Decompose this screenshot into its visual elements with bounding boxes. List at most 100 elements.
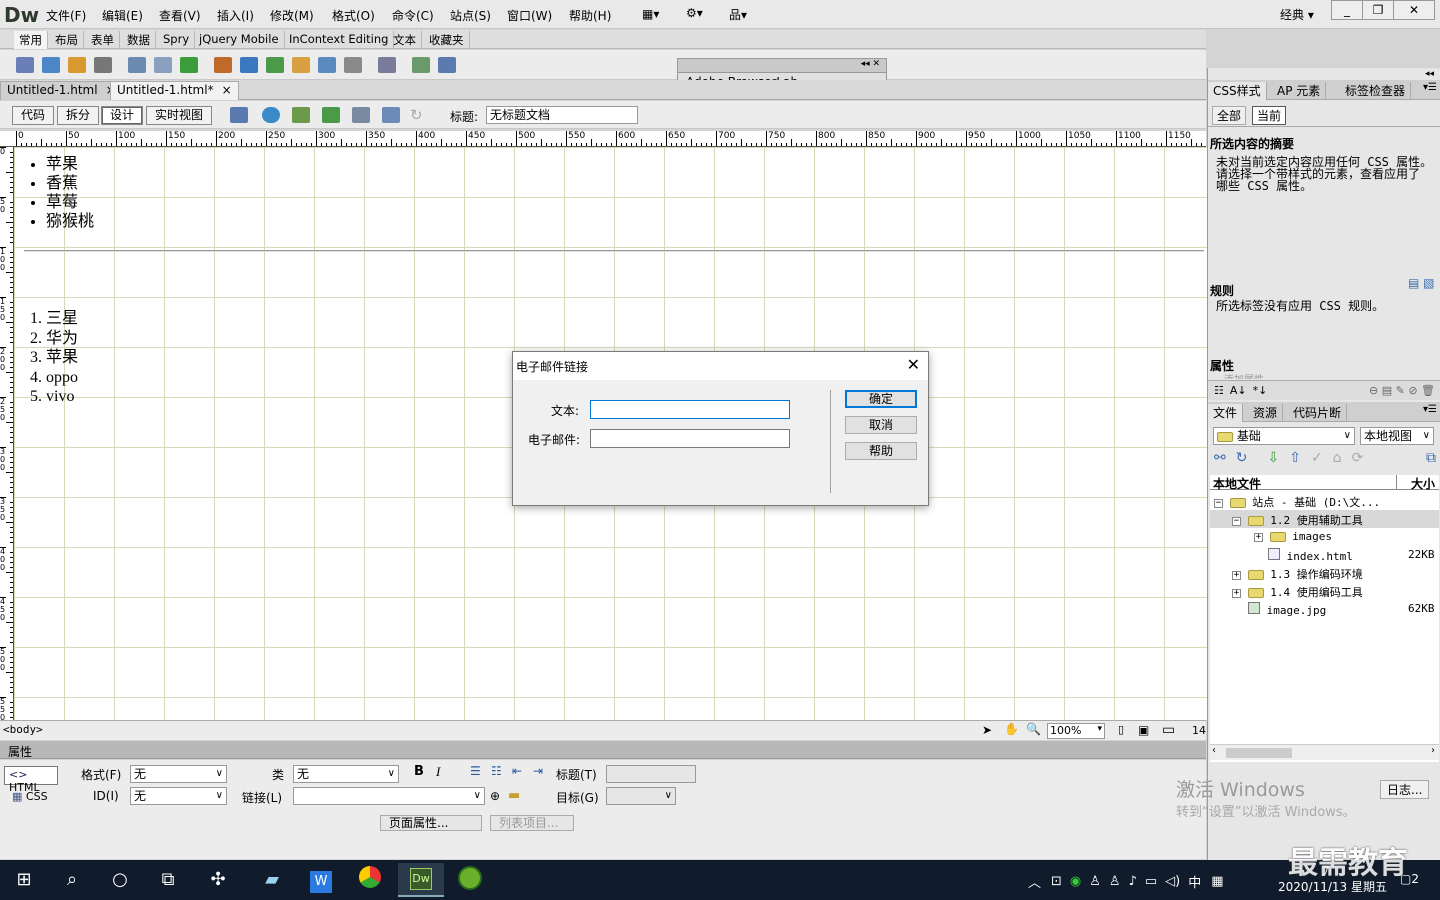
list-item[interactable]: vivo (46, 387, 78, 407)
multiscreen-icon[interactable] (230, 107, 248, 123)
checkin-icon[interactable]: ⌂ (1333, 450, 1342, 466)
tab-jquery-mobile[interactable]: jQuery Mobile (194, 31, 285, 49)
panel-collapse-icon[interactable]: ◂◂ ✕ (861, 59, 880, 69)
tab-css-styles[interactable]: CSS样式 (1208, 82, 1267, 100)
check-browser-icon[interactable] (352, 107, 370, 123)
windows-start-icon[interactable]: ⊞ (6, 866, 42, 894)
sync-icon[interactable]: ⟳ (1352, 450, 1364, 466)
cancel-button[interactable]: 取消 (845, 416, 917, 434)
widget-icon[interactable] (240, 56, 258, 73)
expand-icon[interactable]: + (1254, 532, 1263, 542)
close-icon[interactable]: ✕ (907, 355, 920, 374)
menu-window[interactable]: 窗口(W) (507, 7, 552, 24)
page-properties-button[interactable]: 页面属性... (380, 815, 482, 831)
ok-button[interactable]: 确定 (845, 390, 917, 408)
list-item[interactable]: 香蕉 (46, 174, 94, 193)
wechat-icon[interactable]: ◉ (1070, 874, 1081, 889)
tab-tag-inspector[interactable]: 标签检查器 (1340, 82, 1412, 100)
image-icon[interactable] (180, 56, 198, 73)
cortana-icon[interactable]: ○ (102, 866, 138, 894)
show-info-icon[interactable]: ▤ ▧ (1408, 276, 1435, 290)
tree-row-site[interactable]: − 站点 - 基础 (D:\文... (1214, 494, 1380, 510)
css-mode-button[interactable]: ▦ CSS (12, 790, 48, 803)
indent-icon[interactable]: ⇥ (533, 764, 543, 778)
tree-row-1-3[interactable]: + 1.3 操作编码环境 (1232, 566, 1363, 582)
tab-favorites[interactable]: 收藏夹 (424, 31, 470, 49)
help-button[interactable]: 帮助 (845, 442, 917, 460)
panel-menu-icon[interactable]: ▾☰ (1423, 82, 1437, 93)
minimize-button[interactable]: _ (1331, 0, 1363, 20)
site-select[interactable]: 基础 ∨ (1213, 427, 1355, 445)
head-icon[interactable] (344, 56, 362, 73)
hand-tool-icon[interactable]: ✋ (1004, 722, 1019, 736)
get-files-icon[interactable]: ⇩ (1267, 450, 1279, 466)
list-item[interactable]: 三星 (46, 309, 78, 329)
qq-icon[interactable]: ♙ (1089, 874, 1101, 889)
unordered-list-icon[interactable]: ☰ (470, 764, 481, 778)
restore-button[interactable]: ❐ (1362, 0, 1394, 20)
list-items-button[interactable]: 列表项目... (490, 815, 574, 831)
menu-modify[interactable]: 修改(M) (270, 7, 314, 24)
horizontal-scrollbar[interactable]: ‹ › (1210, 744, 1439, 760)
checkout-icon[interactable]: ✓ (1311, 450, 1323, 466)
ordered-list[interactable]: 三星 华为 苹果 oppo vivo (46, 309, 78, 407)
tray-app-icon[interactable]: ⊡ (1051, 874, 1062, 889)
expand-icon[interactable]: + (1232, 570, 1241, 580)
tree-row-images[interactable]: + images (1254, 530, 1332, 543)
w3c-validation-icon[interactable] (322, 107, 340, 123)
class-select[interactable]: 无 ∨ (293, 765, 399, 783)
chrome-icon[interactable] (352, 866, 388, 894)
tab-common[interactable]: 常用 (14, 31, 48, 49)
unordered-list[interactable]: 苹果 香蕉 草莓 猕猴桃 (46, 155, 94, 231)
select-tool-icon[interactable]: ➤ (982, 723, 992, 737)
browse-folder-icon[interactable]: ▬ (508, 788, 520, 803)
search-icon[interactable]: ⌕ (54, 866, 90, 894)
expand-icon[interactable]: + (1232, 588, 1241, 598)
phone-size-icon[interactable]: ▯ (1118, 723, 1124, 736)
tab-layout[interactable]: 布局 (50, 31, 84, 49)
tree-row-1-4[interactable]: + 1.4 使用编码工具 (1232, 584, 1363, 600)
target-select[interactable]: ∨ (606, 787, 676, 805)
list-item[interactable]: 苹果 (46, 348, 78, 368)
html-mode-button[interactable]: <> HTML (4, 766, 58, 794)
hyperlink-icon[interactable] (16, 56, 34, 73)
chevron-up-icon[interactable]: ︿ (1028, 872, 1041, 891)
title-prop-input[interactable] (606, 765, 696, 783)
tab-assets[interactable]: 资源 (1248, 404, 1284, 422)
set-props-icon[interactable]: *↓ (1253, 384, 1268, 397)
scroll-right-icon[interactable]: › (1431, 745, 1435, 756)
desktop-size-icon[interactable]: ▭ (1162, 722, 1175, 738)
pinwheel-app-icon[interactable]: ✣ (200, 866, 236, 894)
text-input[interactable] (590, 400, 790, 419)
collapse-icon[interactable]: − (1214, 498, 1223, 508)
mode-current-button[interactable]: 当前 (1252, 106, 1287, 125)
keyboard-icon[interactable]: ▦ (1211, 874, 1223, 889)
outdent-icon[interactable]: ⇤ (512, 764, 522, 778)
italic-button[interactable]: I (436, 764, 440, 780)
refresh-icon[interactable]: ↻ (410, 106, 423, 124)
menu-format[interactable]: 格式(O) (332, 7, 375, 24)
zoom-select[interactable]: 100% ▾ (1047, 723, 1105, 739)
named-anchor-icon[interactable] (68, 56, 86, 73)
layout-icon[interactable]: ▦▾ (642, 7, 659, 21)
wps-app-icon[interactable]: W (310, 871, 332, 893)
tablet-size-icon[interactable]: ▣ (1138, 723, 1149, 737)
div-icon[interactable] (154, 56, 172, 73)
list-item[interactable]: 猕猴桃 (46, 212, 94, 231)
tab-files[interactable]: 文件 (1208, 404, 1244, 422)
server-include-icon[interactable] (292, 56, 310, 73)
category-view-icon[interactable]: ☷ (1214, 384, 1224, 397)
templates-icon[interactable] (412, 56, 430, 73)
collapse-icon[interactable]: − (1232, 516, 1241, 526)
menu-insert[interactable]: 插入(I) (217, 7, 254, 24)
panel-menu-icon[interactable]: ▾☰ (1423, 404, 1437, 415)
doc-tab-1[interactable]: Untitled-1.html× (0, 81, 123, 100)
tab-spry[interactable]: Spry (158, 31, 196, 49)
doc-tab-2[interactable]: Untitled-1.html* × (110, 81, 239, 100)
tag-selector[interactable]: <body> (3, 723, 43, 736)
title-input[interactable]: 无标题文档 (486, 106, 638, 124)
tab-incontext[interactable]: InContext Editing (284, 31, 395, 49)
add-property-link[interactable]: 添加属性 (1224, 371, 1264, 379)
properties-header[interactable]: 属性 (0, 741, 1206, 759)
network-icon[interactable]: ▭ (1145, 874, 1157, 889)
